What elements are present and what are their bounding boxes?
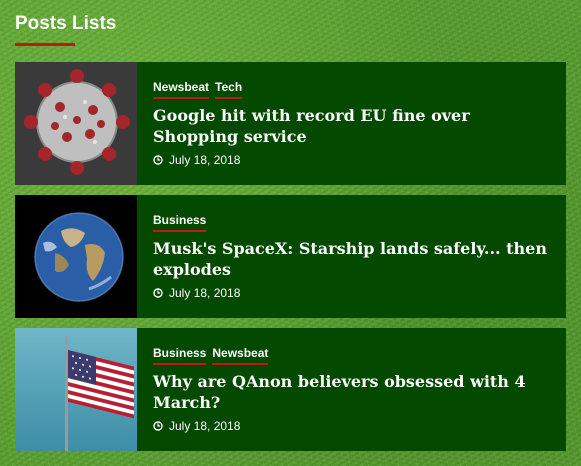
section-title: Posts Lists [15,13,117,34]
coronavirus-image [15,62,137,185]
category-link[interactable]: Business [153,213,207,232]
title-underline [15,43,75,46]
post-meta: July 18, 2018 [153,419,552,433]
post-date: July 18, 2018 [169,286,241,300]
post-thumbnail[interactable] [15,328,137,451]
post-card[interactable]: Business Newsbeat Why are QAnon believer… [15,328,566,451]
post-title[interactable]: Musk's SpaceX: Starship lands safely... … [153,238,552,280]
post-card[interactable]: Newsbeat Tech Google hit with record EU … [15,62,566,185]
earth-image [15,195,137,318]
category-link[interactable]: Newsbeat [153,80,210,99]
clock-icon [153,421,163,431]
us-flag-image [15,328,137,451]
post-date: July 18, 2018 [169,153,241,167]
category-link[interactable]: Newsbeat [212,346,269,365]
post-card[interactable]: Business Musk's SpaceX: Starship lands s… [15,195,566,318]
post-thumbnail[interactable] [15,195,137,318]
post-title[interactable]: Google hit with record EU fine over Shop… [153,105,552,147]
post-thumbnail[interactable] [15,62,137,185]
post-title[interactable]: Why are QAnon believers obsessed with 4 … [153,371,552,413]
category-link[interactable]: Tech [215,80,243,99]
clock-icon [153,155,163,165]
clock-icon [153,288,163,298]
post-meta: July 18, 2018 [153,286,552,300]
post-date: July 18, 2018 [169,419,241,433]
post-meta: July 18, 2018 [153,153,552,167]
category-link[interactable]: Business [153,346,207,365]
